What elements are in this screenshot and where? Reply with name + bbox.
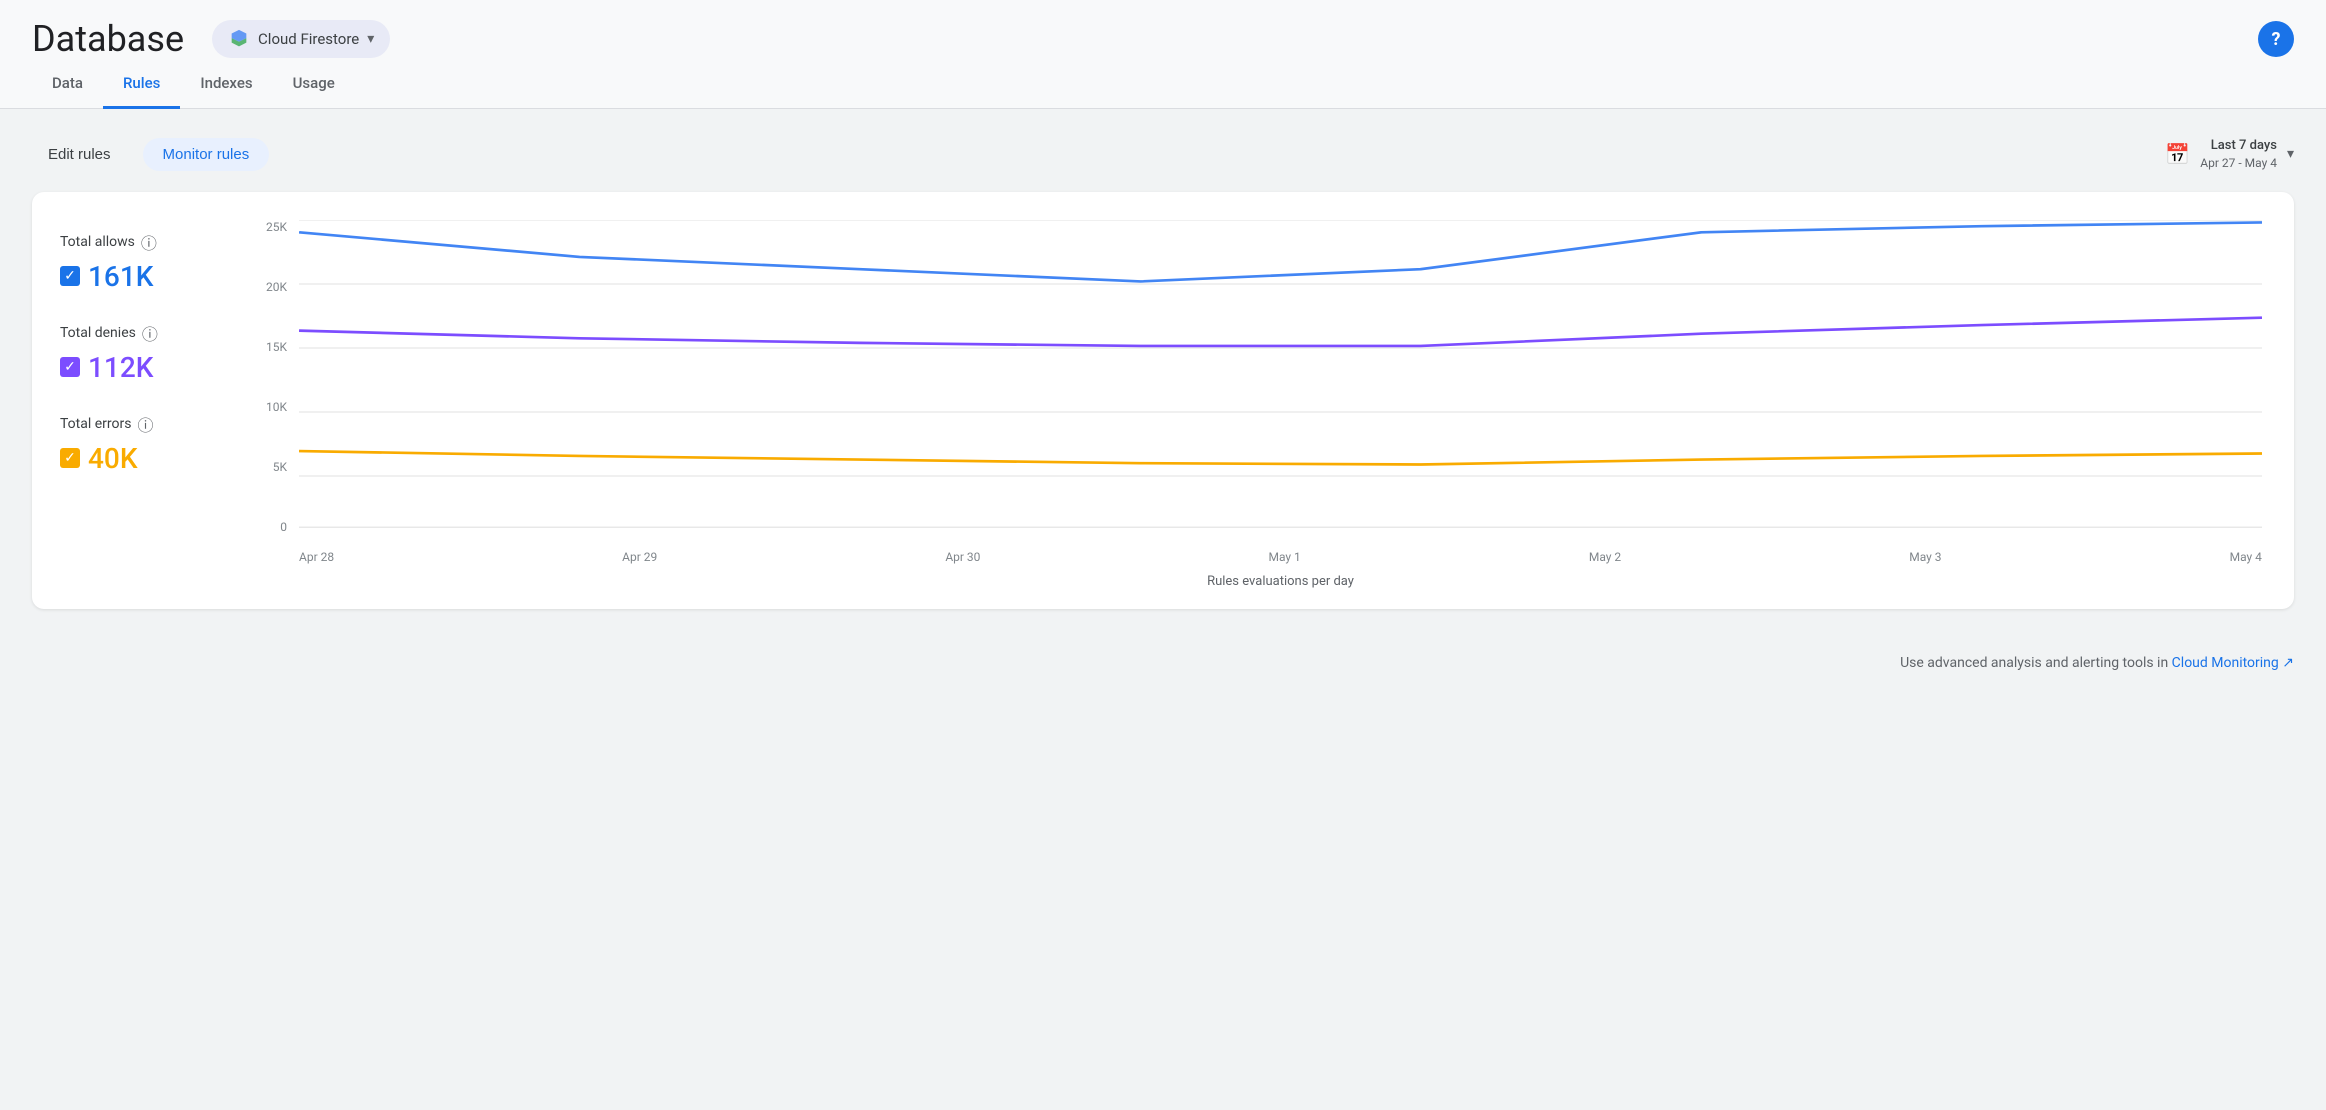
errors-help-icon: ⓘ (137, 412, 153, 436)
chart-x-label: Rules evaluations per day (299, 574, 2262, 589)
tab-indexes[interactable]: Indexes (180, 60, 272, 109)
denies-help-icon: ⓘ (142, 321, 158, 345)
header: Database Cloud Firestore ▾ ? (0, 0, 2326, 60)
x-label-apr28: Apr 28 (299, 550, 334, 564)
x-label-may4: May 4 (2230, 550, 2262, 564)
x-label-may3: May 3 (1909, 550, 1941, 564)
yellow-line (299, 451, 2262, 464)
allows-help-icon: ⓘ (141, 230, 157, 254)
legend-denies: Total denies ⓘ ✓ 112K (60, 321, 235, 384)
chart-legend: Total allows ⓘ ✓ 161K Total denies ⓘ ✓ 1… (60, 220, 235, 589)
legend-allows: Total allows ⓘ ✓ 161K (60, 230, 235, 293)
service-selector[interactable]: Cloud Firestore ▾ (212, 20, 390, 58)
denies-label: Total denies (60, 325, 136, 341)
errors-value: 40K (88, 442, 138, 475)
tab-data[interactable]: Data (32, 60, 103, 109)
y-label-20k: 20K (266, 280, 287, 294)
x-axis: Apr 28 Apr 29 Apr 30 May 1 May 2 May 3 M… (299, 550, 2262, 564)
denies-checkbox[interactable]: ✓ (60, 357, 80, 377)
external-link-icon: ↗ (2282, 655, 2294, 671)
errors-label: Total errors (60, 416, 131, 432)
chevron-down-icon: ▾ (367, 31, 374, 47)
question-mark-icon: ? (2272, 29, 2281, 50)
allows-checkbox[interactable]: ✓ (60, 266, 80, 286)
y-label-25k: 25K (266, 220, 287, 234)
tabs-bar: Data Rules Indexes Usage (0, 60, 2326, 109)
allows-label: Total allows (60, 234, 135, 250)
toolbar: Edit rules Monitor rules 📅 Last 7 days A… (32, 137, 2294, 172)
tab-usage[interactable]: Usage (273, 60, 355, 109)
footer-text: Use advanced analysis and alerting tools… (1900, 655, 2172, 671)
purple-line (299, 318, 2262, 346)
errors-checkbox[interactable]: ✓ (60, 448, 80, 468)
legend-errors: Total errors ⓘ ✓ 40K (60, 412, 235, 475)
chart-svg-wrapper (299, 220, 2262, 544)
service-name: Cloud Firestore (258, 30, 359, 48)
y-label-10k: 10K (266, 400, 287, 414)
main-content: Edit rules Monitor rules 📅 Last 7 days A… (0, 109, 2326, 637)
help-button[interactable]: ? (2258, 21, 2294, 57)
allows-value: 161K (88, 260, 153, 293)
date-range-label: Last 7 days (2200, 137, 2277, 155)
footer-note: Use advanced analysis and alerting tools… (0, 637, 2326, 689)
x-label-apr30: Apr 30 (945, 550, 980, 564)
x-label-apr29: Apr 29 (622, 550, 657, 564)
cloud-monitoring-link-label: Cloud Monitoring (2172, 655, 2279, 671)
chart-card: Total allows ⓘ ✓ 161K Total denies ⓘ ✓ 1… (32, 192, 2294, 609)
tab-rules[interactable]: Rules (103, 60, 180, 109)
x-label-may2: May 2 (1589, 550, 1621, 564)
calendar-icon: 📅 (2165, 142, 2190, 166)
chevron-down-icon: ▾ (2287, 146, 2294, 162)
monitor-rules-button[interactable]: Monitor rules (143, 138, 270, 171)
denies-value: 112K (88, 351, 153, 384)
y-axis: 25K 20K 15K 10K 5K 0 (255, 220, 295, 534)
firestore-icon (228, 28, 250, 50)
date-range-sub: Apr 27 - May 4 (2200, 155, 2277, 172)
cloud-monitoring-link[interactable]: Cloud Monitoring ↗ (2172, 655, 2294, 671)
date-range-selector[interactable]: 📅 Last 7 days Apr 27 - May 4 ▾ (2165, 137, 2294, 172)
line-chart (299, 220, 2262, 540)
y-label-0: 0 (280, 520, 287, 534)
x-label-may1: May 1 (1268, 550, 1300, 564)
page-title: Database (32, 18, 184, 60)
y-label-5k: 5K (273, 460, 287, 474)
edit-rules-button[interactable]: Edit rules (32, 138, 127, 171)
y-label-15k: 15K (266, 340, 287, 354)
blue-line (299, 222, 2262, 281)
chart-area: 25K 20K 15K 10K 5K 0 (235, 220, 2262, 589)
